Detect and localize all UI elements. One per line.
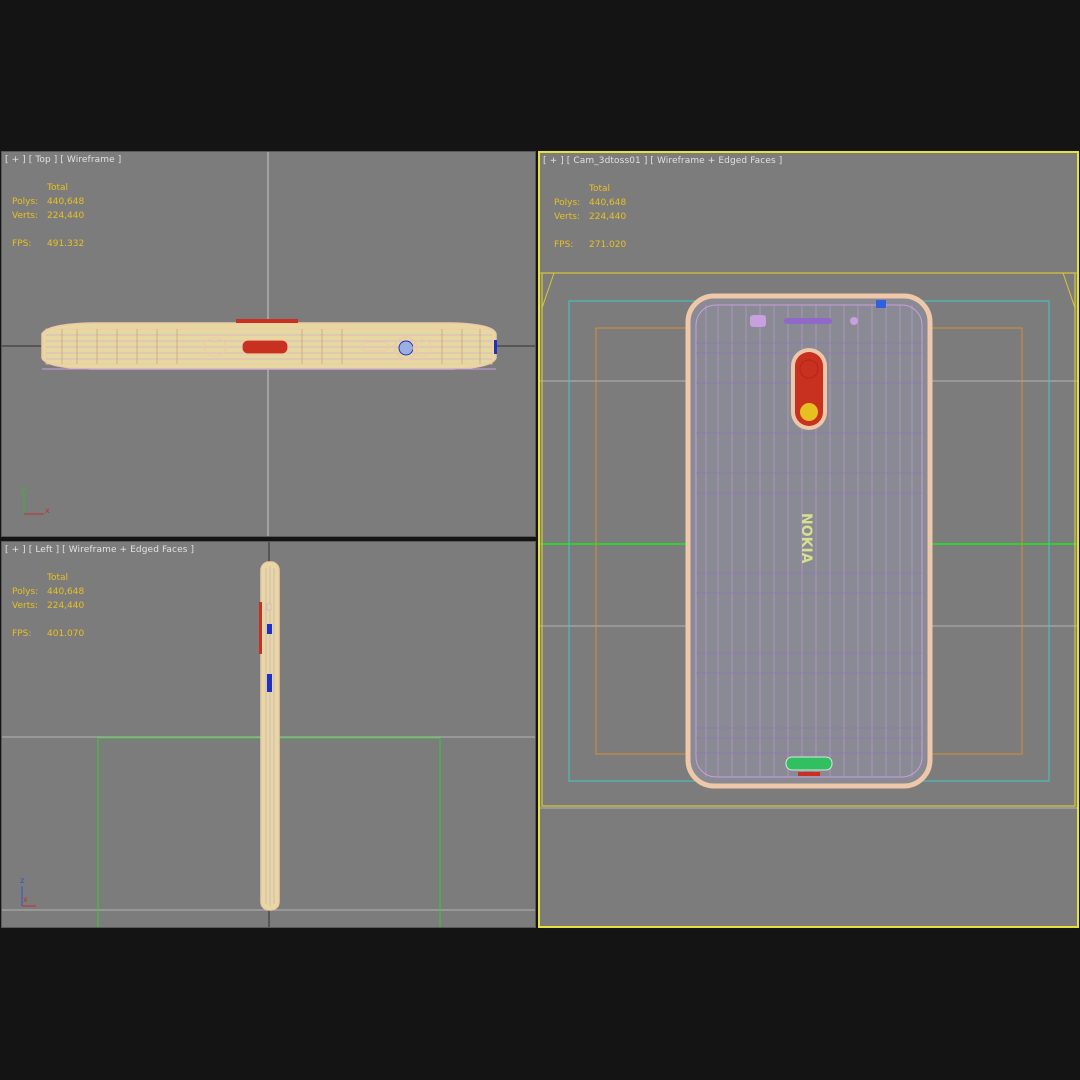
stats-polys-label: Polys: (554, 198, 581, 208)
stats-total-label: Total (47, 183, 69, 193)
axis-label-horizontal: x (23, 895, 28, 904)
camera-view-canvas: NOKIA (540, 272, 1077, 809)
stats-overlay-top: Total Polys: 440,648 Verts: 224,440 FPS: 49… (12, 181, 84, 251)
top-viewport[interactable]: [ + ] [ Top ] [ Wireframe ] Total Polys:… (1, 151, 536, 537)
stats-fps-value: 401.070 (47, 629, 85, 639)
stats-polys-value: 440,648 (47, 587, 85, 597)
stats-verts-value: 224,440 (47, 601, 85, 611)
axis-label-horizontal: x (45, 506, 50, 515)
camera-viewport[interactable]: NOKIA [ + ] [ Cam_3dtoss01 ] [ Wireframe… (538, 151, 1079, 928)
axis-gizmo-icon: y x (21, 485, 50, 515)
stats-polys-label: Polys: (12, 197, 39, 207)
stats-polys-value: 440,648 (47, 197, 85, 207)
stats-fps-value: 271.020 (589, 240, 627, 250)
camera-flash (800, 403, 818, 421)
stats-fps-value: 491.332 (47, 239, 85, 249)
stats-polys-value: 440,648 (589, 198, 627, 208)
stats-verts-value: 224,440 (47, 211, 85, 221)
stats-verts-label: Verts: (12, 211, 38, 221)
axis-gizmo-icon: z x (20, 876, 36, 907)
viewport-label-camera[interactable]: [ + ] [ Cam_3dtoss01 ] [ Wireframe + Edg… (543, 156, 782, 166)
phone-model-side (259, 561, 280, 911)
stats-fps-label: FPS: (554, 240, 574, 250)
stats-overlay-left: Total Polys: 440,648 Verts: 224,440 FPS: 40… (12, 571, 84, 641)
stats-fps-label: FPS: (12, 239, 32, 249)
stats-fps-label: FPS: (12, 629, 32, 639)
left-viewport[interactable]: [ + ] [ Left ] [ Wireframe + Edged Faces… (1, 541, 536, 928)
stats-verts-value: 224,440 (589, 212, 627, 222)
viewport-label-left[interactable]: [ + ] [ Left ] [ Wireframe + Edged Faces… (5, 545, 194, 555)
stats-total-label: Total (47, 573, 69, 583)
stats-verts-label: Verts: (12, 601, 38, 611)
stats-total-label: Total (589, 184, 611, 194)
stats-overlay-camera: Total Polys: 440,648 Verts: 224,440 FPS: 27… (554, 182, 626, 252)
nokia-logo-text: NOKIA (798, 513, 814, 564)
axis-label-vertical: z (20, 876, 24, 885)
axis-label-vertical: y (21, 485, 26, 494)
phone-model-top (41, 319, 497, 370)
stats-polys-label: Polys: (12, 587, 39, 597)
stats-verts-label: Verts: (554, 212, 580, 222)
viewport-label-top[interactable]: [ + ] [ Top ] [ Wireframe ] (5, 155, 121, 165)
bottom-speaker (785, 756, 833, 771)
